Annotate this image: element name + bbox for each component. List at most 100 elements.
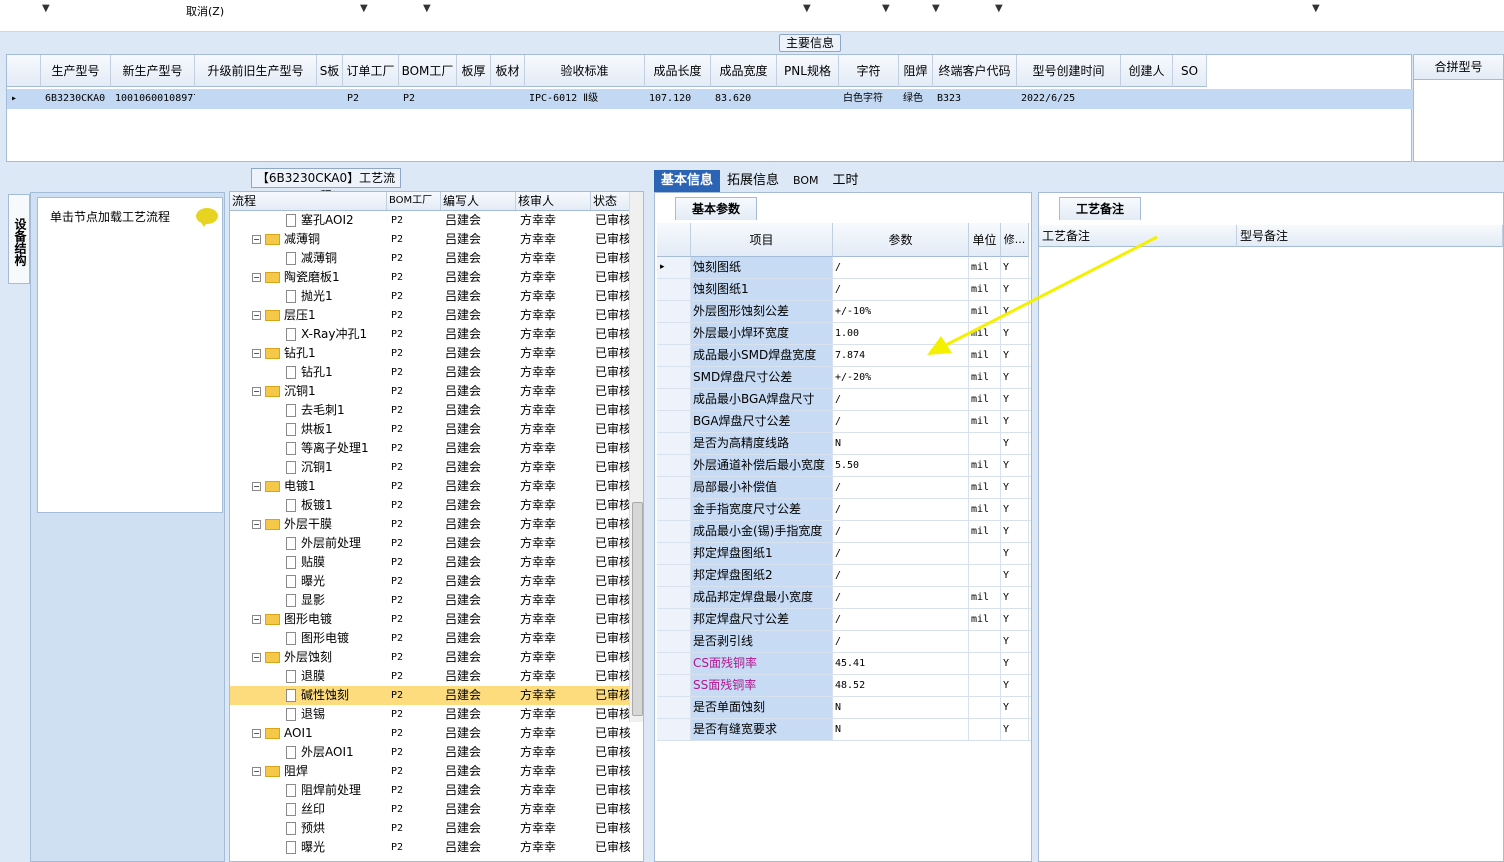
process-node[interactable]: − AOI1 [230, 724, 387, 743]
collapse-icon[interactable]: − [252, 653, 261, 662]
param-value[interactable]: / [833, 411, 969, 432]
param-row[interactable]: 局部最小补偿值 / mil Y [657, 477, 1031, 499]
process-row[interactable]: 预烘 P2 吕建会 方幸幸 已审核 [230, 819, 630, 838]
column-header-item[interactable]: 项目 [691, 223, 833, 257]
process-row[interactable]: 塞孔AOI2 P2 吕建会 方幸幸 已审核 [230, 211, 630, 230]
process-node[interactable]: 沉铜1 [230, 458, 387, 477]
row-selector[interactable] [657, 411, 691, 432]
process-node[interactable]: 去毛刺1 [230, 401, 387, 420]
param-row[interactable]: ▸ 蚀刻图纸 / mil Y [657, 257, 1031, 279]
column-header[interactable]: 新生产型号 [111, 55, 195, 87]
column-header-model-notes[interactable]: 型号备注 [1237, 225, 1503, 247]
column-header[interactable]: 核审人 [516, 192, 591, 210]
column-header[interactable]: 状态 [591, 192, 630, 210]
process-row[interactable]: − 外层蚀刻 P2 吕建会 方幸幸 已审核 [230, 648, 630, 667]
table-cell[interactable]: B323 [933, 89, 1017, 109]
row-indicator-icon[interactable]: ▸ [657, 257, 691, 278]
column-header[interactable]: 字符 [839, 55, 899, 87]
main-info-row[interactable]: ▸ 6B3230CKA0 10010600108977 P2 P2 IPC-6012 Ⅱ级… [7, 89, 1413, 109]
process-node[interactable]: 烘板1 [230, 420, 387, 439]
process-row[interactable]: 沉铜1 P2 吕建会 方幸幸 已审核 [230, 458, 630, 477]
table-cell[interactable]: 10010600108977 [111, 89, 195, 109]
process-node[interactable]: 外层前处理 [230, 534, 387, 553]
table-cell[interactable] [1121, 89, 1173, 109]
dropdown-arrow-icon[interactable]: ▼ [42, 3, 50, 14]
collapse-icon[interactable]: − [252, 273, 261, 282]
row-selector[interactable] [657, 521, 691, 542]
dropdown-arrow-icon[interactable]: ▼ [1312, 3, 1320, 14]
row-selector[interactable] [657, 477, 691, 498]
process-node[interactable]: − 外层干膜 [230, 515, 387, 534]
process-row[interactable]: 贴膜 P2 吕建会 方幸幸 已审核 [230, 553, 630, 572]
column-header[interactable]: 创建人 [1121, 55, 1173, 87]
process-node[interactable]: 碱性蚀刻 [230, 686, 387, 705]
collapse-icon[interactable]: − [252, 235, 261, 244]
param-row[interactable]: 外层最小焊环宽度 1.00 mil Y [657, 323, 1031, 345]
process-row[interactable]: − 外层干膜 P2 吕建会 方幸幸 已审核 [230, 515, 630, 534]
process-node[interactable]: 等离子处理1 [230, 439, 387, 458]
process-row[interactable]: 退锡 P2 吕建会 方幸幸 已审核 [230, 705, 630, 724]
process-node[interactable]: 钻孔1 [230, 363, 387, 382]
param-row[interactable]: 成品最小金(锡)手指宽度 / mil Y [657, 521, 1031, 543]
param-value[interactable]: / [833, 609, 969, 630]
process-node[interactable]: − 陶瓷磨板1 [230, 268, 387, 287]
row-selector[interactable] [657, 631, 691, 652]
process-row[interactable]: 显影 P2 吕建会 方幸幸 已审核 [230, 591, 630, 610]
process-row[interactable]: − 电镀1 P2 吕建会 方幸幸 已审核 [230, 477, 630, 496]
table-cell[interactable]: 6B3230CKA0 [41, 89, 111, 109]
param-value[interactable]: 48.52 [833, 675, 969, 696]
row-selector[interactable] [657, 279, 691, 300]
param-value[interactable]: / [833, 499, 969, 520]
param-value[interactable]: +/-20% [833, 367, 969, 388]
column-header[interactable]: 板材 [491, 55, 525, 87]
param-row[interactable]: 是否为高精度线路 N Y [657, 433, 1031, 455]
process-row[interactable]: 等离子处理1 P2 吕建会 方幸幸 已审核 [230, 439, 630, 458]
process-row[interactable]: 去毛刺1 P2 吕建会 方幸幸 已审核 [230, 401, 630, 420]
process-node[interactable]: 板镀1 [230, 496, 387, 515]
process-node[interactable]: − 减薄铜 [230, 230, 387, 249]
param-row[interactable]: 是否单面蚀刻 N Y [657, 697, 1031, 719]
process-node[interactable]: − 电镀1 [230, 477, 387, 496]
collapse-icon[interactable]: − [252, 311, 261, 320]
param-value[interactable]: / [833, 587, 969, 608]
equipment-structure-tab[interactable]: 设备结构 [8, 194, 30, 284]
column-header[interactable]: 板厚 [457, 55, 491, 87]
param-row[interactable]: 成品最小SMD焊盘宽度 7.874 mil Y [657, 345, 1031, 367]
tab-bom[interactable]: BOM [786, 170, 826, 192]
param-row[interactable]: 成品最小BGA焊盘尺寸 / mil Y [657, 389, 1031, 411]
collapse-icon[interactable]: − [252, 387, 261, 396]
param-value[interactable]: 5.50 [833, 455, 969, 476]
process-node[interactable]: 退膜 [230, 667, 387, 686]
process-row[interactable]: 丝印 P2 吕建会 方幸幸 已审核 [230, 800, 630, 819]
cancel-button[interactable]: 取消(Z) [186, 3, 224, 19]
param-row[interactable]: 蚀刻图纸1/mil Y [657, 279, 1031, 301]
table-cell[interactable]: 白色字符 [839, 89, 899, 109]
param-value[interactable]: / [833, 631, 969, 652]
collapse-icon[interactable]: − [252, 767, 261, 776]
table-cell[interactable]: P2 [343, 89, 399, 109]
dropdown-arrow-icon[interactable]: ▼ [803, 3, 811, 14]
process-node[interactable]: 退锡 [230, 705, 387, 724]
column-header[interactable]: 验收标准 [525, 55, 645, 87]
row-selector[interactable] [657, 697, 691, 718]
process-node[interactable]: 塞孔AOI2 [230, 211, 387, 230]
process-row[interactable]: 减薄铜 P2 吕建会 方幸幸 已审核 [230, 249, 630, 268]
table-cell[interactable] [457, 89, 491, 109]
process-node[interactable]: − 钻孔1 [230, 344, 387, 363]
table-cell[interactable] [1173, 89, 1207, 109]
param-row[interactable]: 是否剥引线 / Y [657, 631, 1031, 653]
row-selector[interactable] [657, 455, 691, 476]
row-selector[interactable] [657, 389, 691, 410]
row-selector[interactable] [657, 543, 691, 564]
column-header[interactable]: BOM工厂 [387, 192, 441, 210]
process-node[interactable]: − 阻焊 [230, 762, 387, 781]
param-value[interactable]: N [833, 433, 969, 454]
param-row[interactable]: 邦定焊盘图纸1/ Y [657, 543, 1031, 565]
param-row[interactable]: 外层通道补偿后最小宽度 5.50 mil Y [657, 455, 1031, 477]
column-header[interactable]: 成品长度 [645, 55, 711, 87]
tab-work-hours[interactable]: 工时 [826, 170, 866, 192]
param-row[interactable]: BGA焊盘尺寸公差 / mil Y [657, 411, 1031, 433]
collapse-icon[interactable]: − [252, 482, 261, 491]
process-node[interactable]: 曝光 [230, 838, 387, 857]
table-cell[interactable]: 83.620 [711, 89, 777, 109]
